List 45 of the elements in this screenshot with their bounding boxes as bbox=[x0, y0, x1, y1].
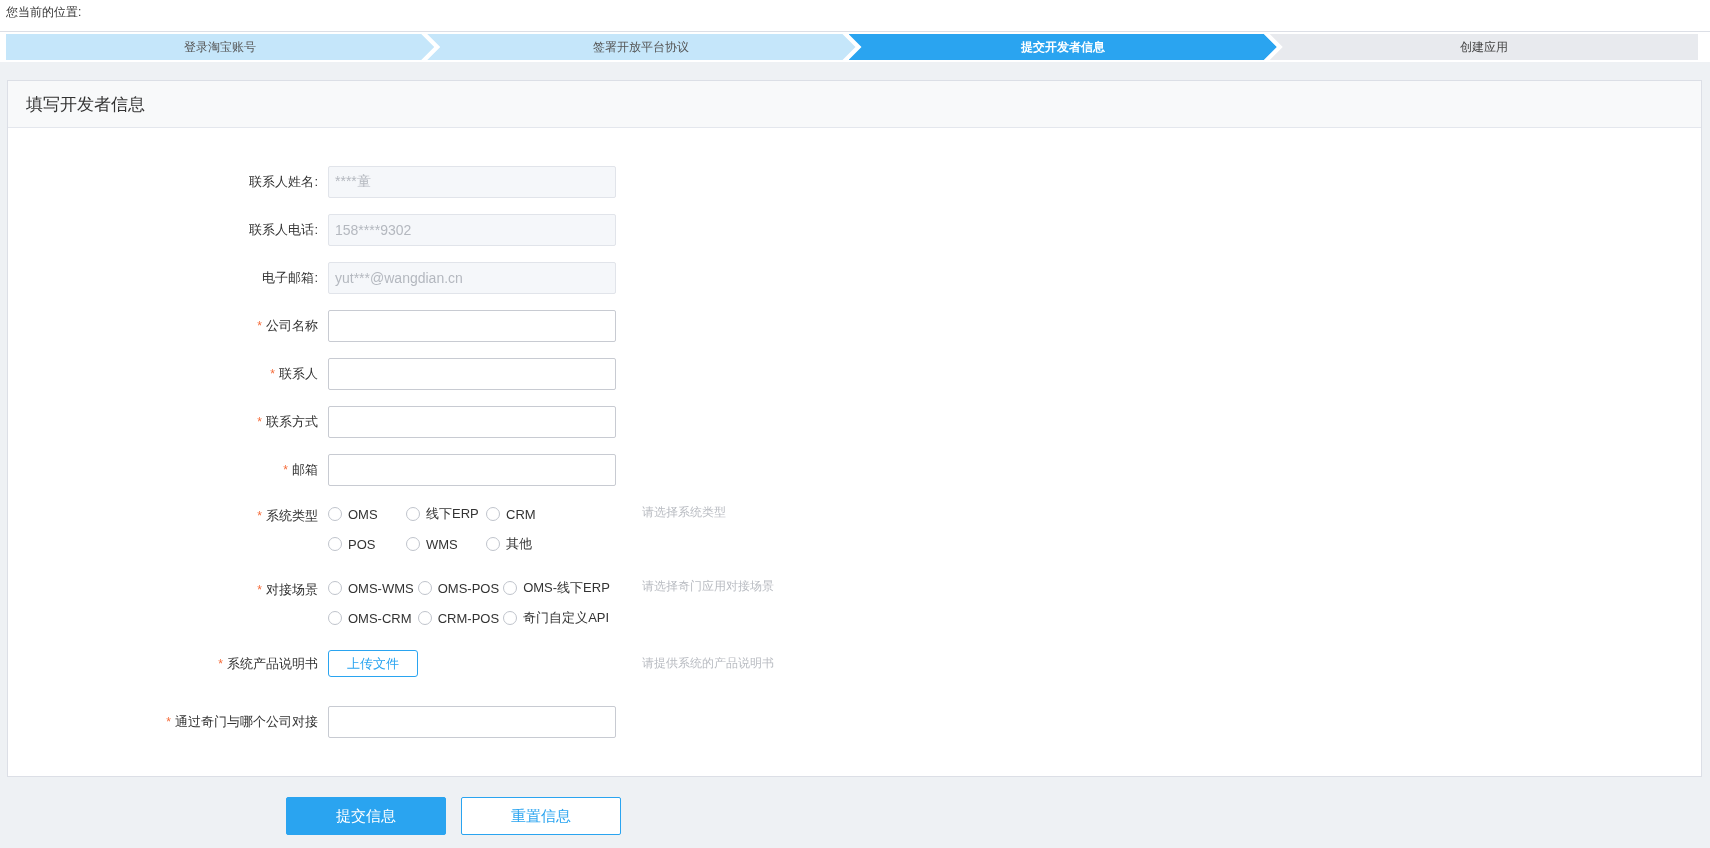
required-mark: * bbox=[257, 319, 262, 333]
required-mark: * bbox=[257, 509, 262, 523]
field-label: 系统类型 bbox=[266, 507, 318, 525]
required-mark: * bbox=[283, 463, 288, 477]
field-label: 系统产品说明书 bbox=[227, 655, 318, 673]
radio-option[interactable]: OMS-WMS bbox=[328, 578, 414, 598]
radio-option[interactable]: OMS-线下ERP bbox=[503, 578, 610, 598]
radio-option[interactable]: 其他 bbox=[486, 534, 562, 554]
hint-text: 请提供系统的产品说明书 bbox=[642, 655, 774, 672]
required-mark: * bbox=[257, 415, 262, 429]
radio-option[interactable]: OMS-CRM bbox=[328, 608, 414, 628]
hint-text: 请选择奇门应用对接场景 bbox=[642, 578, 774, 595]
radio-option[interactable]: CRM-POS bbox=[417, 608, 500, 628]
input-field[interactable] bbox=[328, 358, 616, 390]
breadcrumb-label: 您当前的位置: bbox=[6, 5, 82, 19]
required-mark: * bbox=[218, 657, 223, 671]
input-field[interactable] bbox=[328, 706, 616, 738]
field-label: 电子邮箱: bbox=[262, 269, 318, 287]
field-label: 对接场景 bbox=[266, 581, 318, 599]
radio-option[interactable]: 奇门自定义API bbox=[503, 608, 610, 628]
field-label: 联系人 bbox=[279, 365, 318, 383]
field-label: 联系人电话: bbox=[249, 221, 318, 239]
field-label: 邮箱 bbox=[292, 461, 318, 479]
radio-option[interactable]: OMS bbox=[328, 504, 402, 524]
panel-title: 填写开发者信息 bbox=[26, 93, 145, 116]
field-label: 公司名称 bbox=[266, 317, 318, 335]
progress-step: 签署开放平台协议 bbox=[427, 34, 856, 60]
field-label: 联系方式 bbox=[266, 413, 318, 431]
progress-step: 登录淘宝账号 bbox=[6, 34, 435, 60]
required-mark: * bbox=[166, 715, 171, 729]
field-label: 联系人姓名: bbox=[249, 173, 318, 191]
required-mark: * bbox=[257, 583, 262, 597]
radio-option[interactable]: 线下ERP bbox=[406, 504, 482, 524]
input-field[interactable] bbox=[328, 454, 616, 486]
radio-option[interactable]: WMS bbox=[406, 534, 482, 554]
input-field[interactable] bbox=[328, 406, 616, 438]
progress-step: 创建应用 bbox=[1269, 34, 1698, 60]
field-label: 通过奇门与哪个公司对接 bbox=[175, 713, 318, 731]
radio-option[interactable]: CRM bbox=[486, 504, 562, 524]
radio-option[interactable]: POS bbox=[328, 534, 402, 554]
input-field[interactable] bbox=[328, 310, 616, 342]
radio-option[interactable]: OMS-POS bbox=[417, 578, 500, 598]
required-mark: * bbox=[270, 367, 275, 381]
hint-text: 请选择系统类型 bbox=[642, 504, 726, 521]
progress-step: 提交开发者信息 bbox=[848, 34, 1277, 60]
